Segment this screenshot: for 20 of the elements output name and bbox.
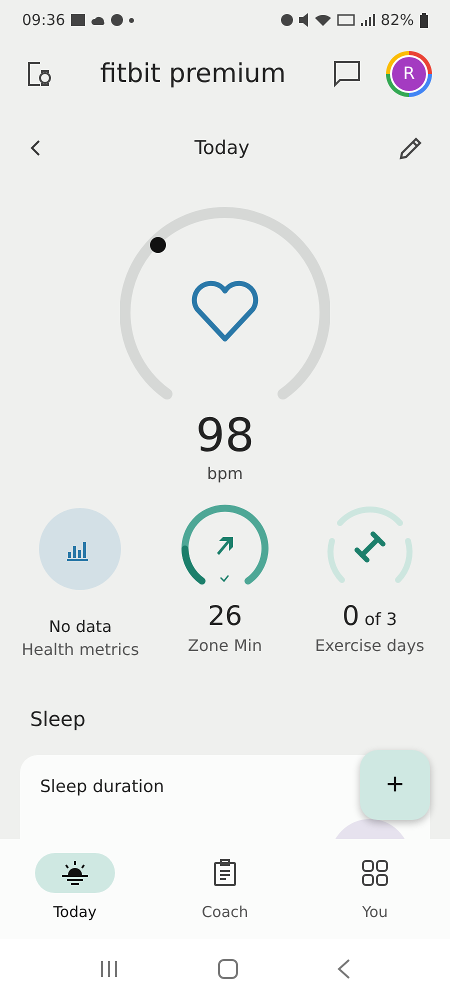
stat-label: Zone Min [188, 636, 262, 655]
date-title: Today [194, 137, 250, 159]
stat-label: Health metrics [22, 640, 140, 659]
stat-label: Exercise days [314, 636, 424, 655]
add-button[interactable]: + [360, 750, 430, 820]
section-title: Sleep [30, 707, 87, 731]
heart-rate-unit: bpm [206, 464, 244, 483]
stat-suffix: of 3 [364, 610, 398, 630]
nav-tab[interactable]: Coach [150, 839, 300, 939]
heart-rate-value: 98 [194, 408, 256, 462]
nav-tab[interactable]: You [300, 839, 450, 939]
battery-percentage: 82% [380, 11, 414, 29]
profile-avatar[interactable]: R [386, 51, 432, 97]
nav-tab[interactable]: Today [0, 839, 150, 939]
status-time: 09:36 [22, 11, 66, 29]
card-title: Sleep duration [40, 777, 164, 797]
stat-value: No data [48, 617, 112, 636]
app-title: fitbit premium [99, 59, 287, 89]
stat-value: 26 [208, 601, 242, 632]
stat-value: 0 [342, 601, 360, 632]
